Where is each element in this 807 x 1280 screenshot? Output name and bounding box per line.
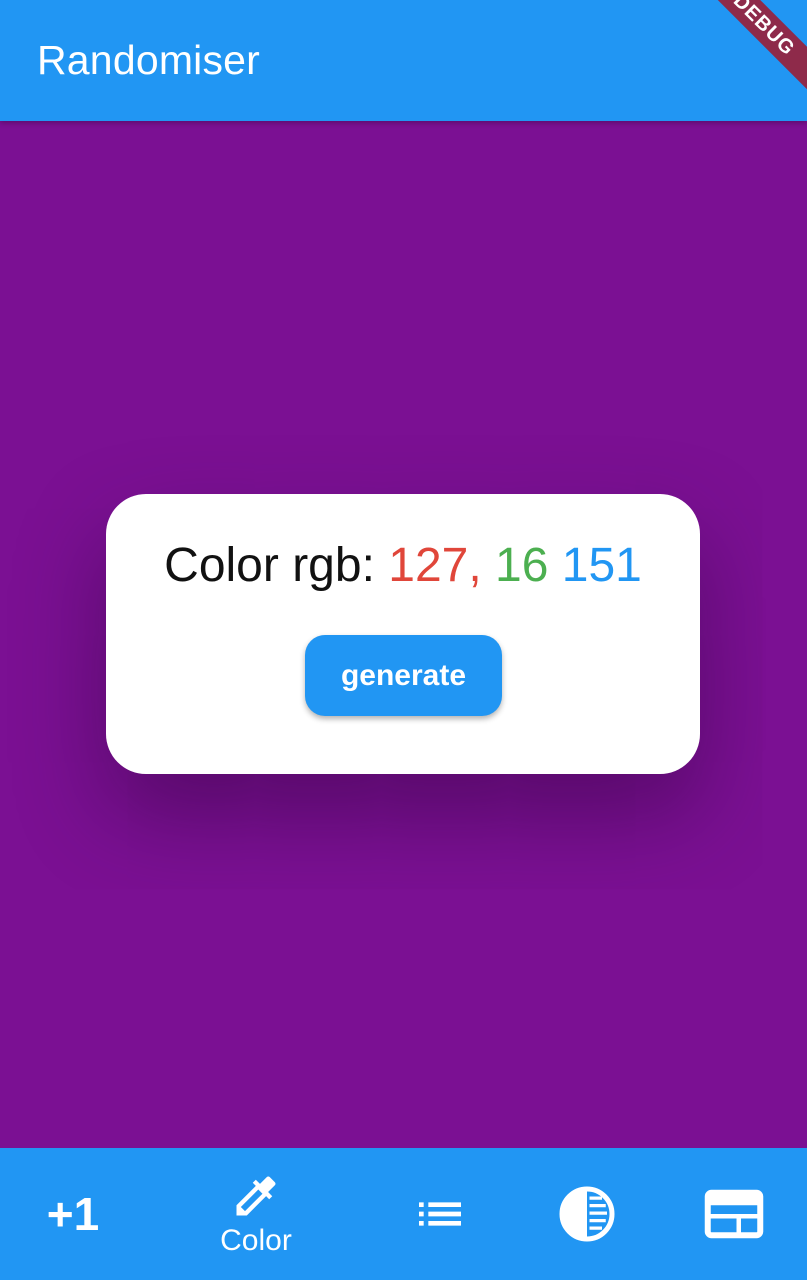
rgb-blue-value: 151: [561, 539, 642, 592]
nav-item-contrast[interactable]: [537, 1148, 637, 1280]
app-screen: Randomiser DEBUG Color rgb: 127, 16 151 …: [0, 0, 807, 1280]
plus-one-icon: +1: [46, 1188, 100, 1240]
rgb-green-value: 16: [495, 539, 549, 592]
rgb-red-value: 127,: [388, 539, 482, 592]
nav-item-color[interactable]: Color: [196, 1148, 316, 1280]
bottom-navigation: +1 Color: [0, 1148, 807, 1280]
rgb-label: Color rgb:: [164, 539, 389, 592]
list-icon: [412, 1186, 468, 1242]
rgb-readout: Color rgb: 127, 16 151: [106, 538, 700, 594]
generate-button[interactable]: generate: [305, 635, 502, 716]
nav-label-color: Color: [220, 1224, 292, 1257]
app-title: Randomiser: [37, 37, 261, 83]
color-card: Color rgb: 127, 16 151 generate: [106, 494, 700, 774]
color-picker-icon: [228, 1170, 284, 1222]
nav-item-list[interactable]: [390, 1148, 490, 1280]
nav-item-panel[interactable]: [684, 1148, 784, 1280]
panel-icon: [704, 1189, 764, 1239]
nav-item-plus-one[interactable]: +1: [18, 1148, 128, 1280]
contrast-icon: [557, 1184, 617, 1244]
app-bar: Randomiser: [0, 0, 807, 121]
